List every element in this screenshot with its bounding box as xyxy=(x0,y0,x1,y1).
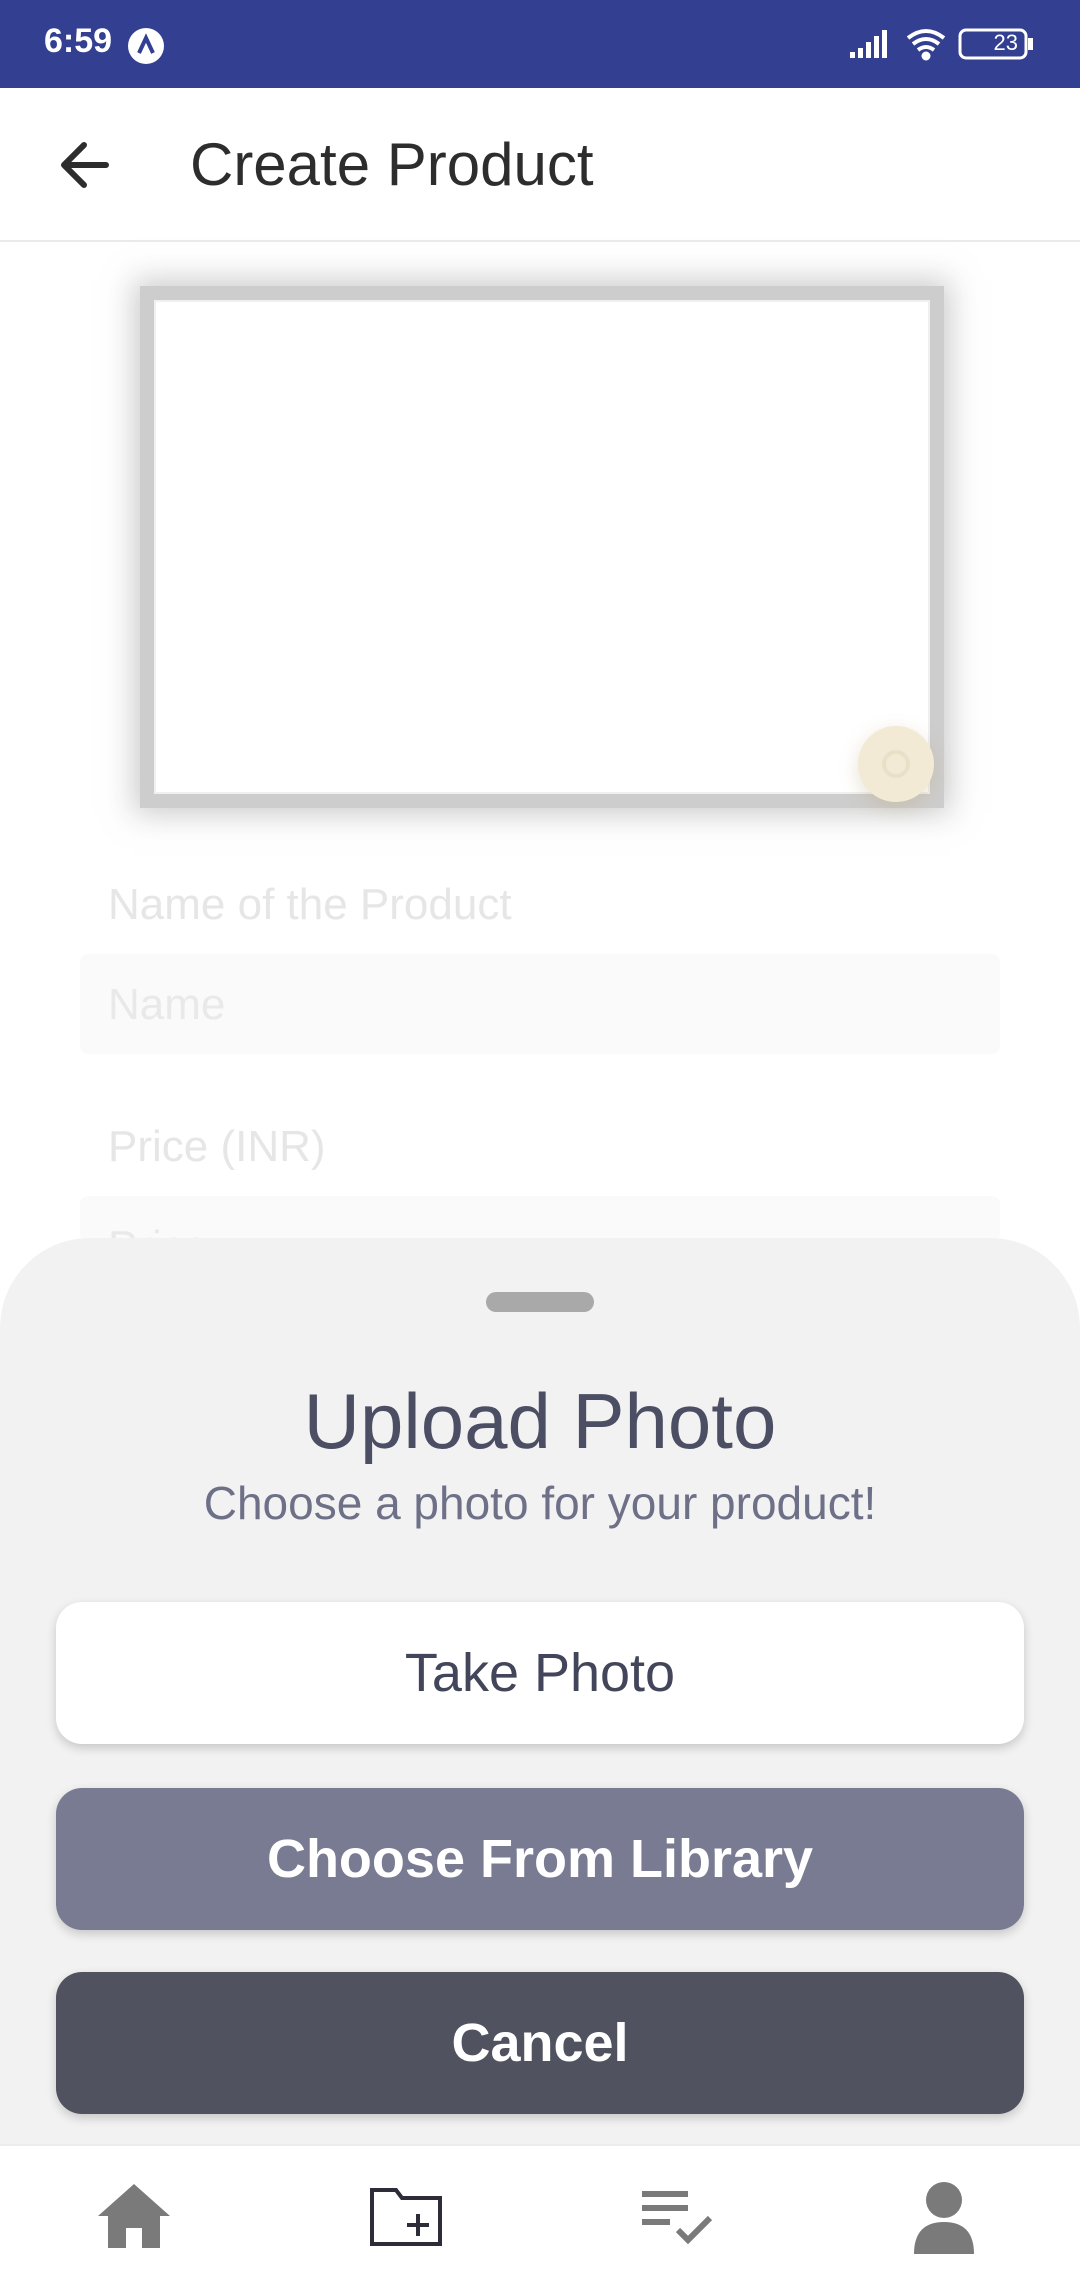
status-icons: 23 xyxy=(846,24,1036,64)
upload-photo-sheet: Upload Photo Choose a photo for your pro… xyxy=(0,1238,1080,2144)
take-photo-label: Take Photo xyxy=(404,1643,676,1703)
status-bar: 6:59 23 xyxy=(0,0,1080,88)
cancel-label: Cancel xyxy=(451,2013,629,2073)
app-notification-icon xyxy=(128,28,164,64)
sheet-title: Upload Photo xyxy=(303,1377,777,1465)
choose-from-library-label: Choose From Library xyxy=(266,1829,814,1889)
status-time: 6:59 xyxy=(44,22,113,60)
nav-orders[interactable] xyxy=(636,2176,716,2256)
sheet-drag-handle[interactable] xyxy=(486,1292,594,1312)
nav-profile[interactable] xyxy=(904,2176,984,2256)
sheet-subtitle: Choose a photo for your product! xyxy=(203,1477,877,1529)
sheet-backdrop[interactable] xyxy=(0,88,1080,1242)
nav-home[interactable] xyxy=(94,2176,174,2256)
signal-icon xyxy=(850,30,887,58)
take-photo-button[interactable]: Take Photo xyxy=(56,1602,1024,1744)
add-folder-icon xyxy=(370,2188,442,2246)
profile-icon xyxy=(914,2182,974,2254)
choose-from-library-button[interactable]: Choose From Library xyxy=(56,1788,1024,1930)
battery-level: 23 xyxy=(993,30,1018,55)
cancel-button[interactable]: Cancel xyxy=(56,1972,1024,2114)
bottom-navigation xyxy=(0,2144,1080,2282)
nav-create-product[interactable] xyxy=(366,2176,446,2256)
checklist-icon xyxy=(642,2191,713,2245)
wifi-icon xyxy=(906,29,946,61)
home-icon xyxy=(98,2184,170,2248)
